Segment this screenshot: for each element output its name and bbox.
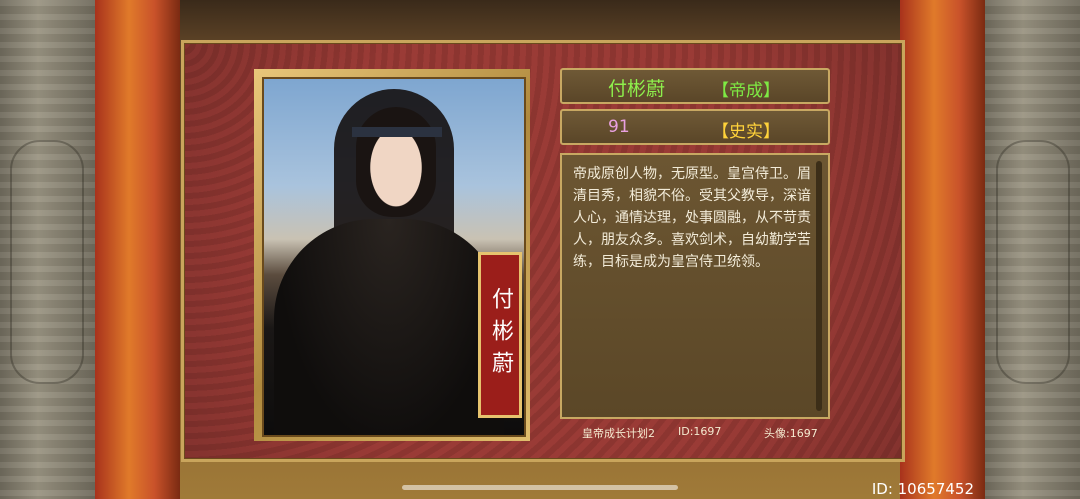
portrait-body [274,219,504,435]
bio-text: 帝成原创人物，无原型。皇宫侍卫。眉清目秀，相貌不俗。受其父教导，深谙人心，通情达… [573,166,811,270]
dragon-ornament-left-icon [10,140,84,384]
stats-bar: 91 【史实】 [560,109,830,145]
portrait-face [356,107,436,217]
history-tag: 【史实】 [712,122,780,142]
game-title: 皇帝成长计划2 [582,427,655,440]
origin-tag: 【帝成】 [712,81,780,101]
left-pillar [95,0,180,499]
portrait-headband [352,127,442,137]
character-card: 付彬蔚 付彬蔚 【帝成】 91 【史实】 帝成原创人物，无原型。皇宫侍卫。眉清目… [181,40,905,462]
character-name: 付彬蔚 [608,78,666,100]
dragon-ornament-right-icon [996,140,1070,384]
portrait-frame: 付彬蔚 [254,69,530,441]
user-id: ID: 10657452 [871,480,974,498]
bio-panel[interactable]: 帝成原创人物，无原型。皇宫侍卫。眉清目秀，相貌不俗。受其父教导，深谙人心，通情达… [560,153,830,419]
name-bar: 付彬蔚 【帝成】 [560,68,830,104]
name-plaque: 付彬蔚 [478,252,522,418]
right-pillar [900,0,985,499]
card-footer: 皇帝成长计划2 ID:1697 头像:1697 [560,423,830,443]
top-frame [180,0,900,42]
avatar-id: 头像:1697 [764,427,818,440]
home-indicator[interactable] [402,485,678,490]
character-number: 91 [608,117,630,137]
bio-scrollbar[interactable] [816,161,822,411]
plaque-name-text: 付彬蔚 [488,287,513,383]
character-id: ID:1697 [678,425,722,438]
